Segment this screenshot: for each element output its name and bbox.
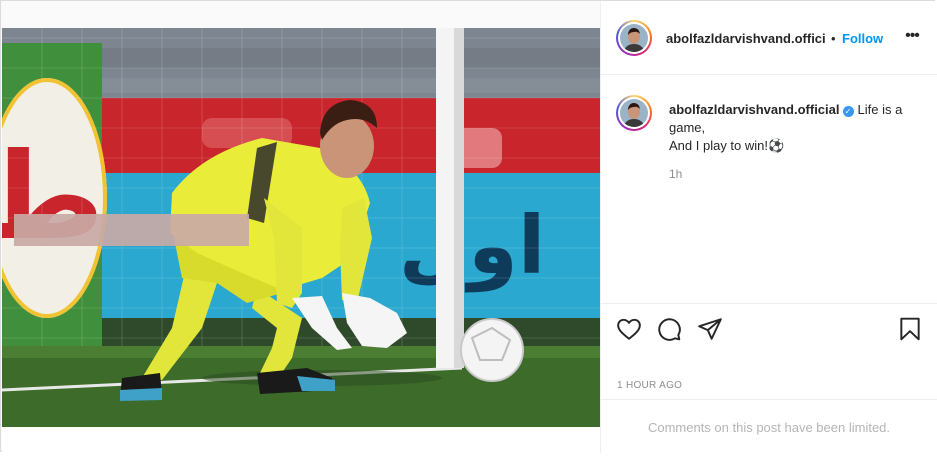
bookmark-icon[interactable] xyxy=(897,316,923,342)
photo-scene: اول ط xyxy=(2,28,600,427)
verified-badge-icon: ✓ xyxy=(842,106,854,117)
profile-photo-icon xyxy=(620,99,648,127)
header-avatar[interactable] xyxy=(616,20,652,56)
post-modal: اول ط abolfazldarvishvand.offici • Follo… xyxy=(2,1,937,454)
caption-avatar[interactable] xyxy=(616,95,652,131)
browser-frame: اول ط abolfazldarvishvand.offici • Follo… xyxy=(0,0,937,454)
caption-time[interactable]: 1h xyxy=(669,167,682,181)
follow-button[interactable]: Follow xyxy=(842,31,883,46)
header-separator: • xyxy=(831,31,836,46)
header-username[interactable]: abolfazldarvishvand.offici xyxy=(666,31,826,46)
caption-text: abolfazldarvishvand.official ✓ Life is a g… xyxy=(669,101,925,155)
action-bar xyxy=(601,303,937,353)
comment-icon[interactable] xyxy=(656,316,682,342)
more-options-icon[interactable]: ••• xyxy=(902,27,922,47)
comments-limited-notice: Comments on this post have been limited. xyxy=(601,399,937,453)
caption-area: abolfazldarvishvand.official ✓ Life is a g… xyxy=(601,75,937,303)
soccer-ball-emoji-icon: ⚽ xyxy=(768,138,785,153)
caption-username[interactable]: abolfazldarvishvand.official xyxy=(669,102,840,117)
heart-icon[interactable] xyxy=(616,316,642,342)
caption-line-2: And I play to win! xyxy=(669,138,768,153)
post-timestamp[interactable]: 1 hour ago xyxy=(617,380,682,391)
post-sidebar: abolfazldarvishvand.offici • Follow ••• xyxy=(600,1,937,453)
post-header: abolfazldarvishvand.offici • Follow ••• xyxy=(601,1,937,75)
pitch-logo-text: ط xyxy=(2,128,104,267)
paper-plane-icon[interactable] xyxy=(697,316,723,342)
sponsor-banner-text: اول xyxy=(399,199,546,293)
post-photo[interactable]: اول ط xyxy=(2,28,600,427)
profile-photo-icon xyxy=(620,24,648,52)
